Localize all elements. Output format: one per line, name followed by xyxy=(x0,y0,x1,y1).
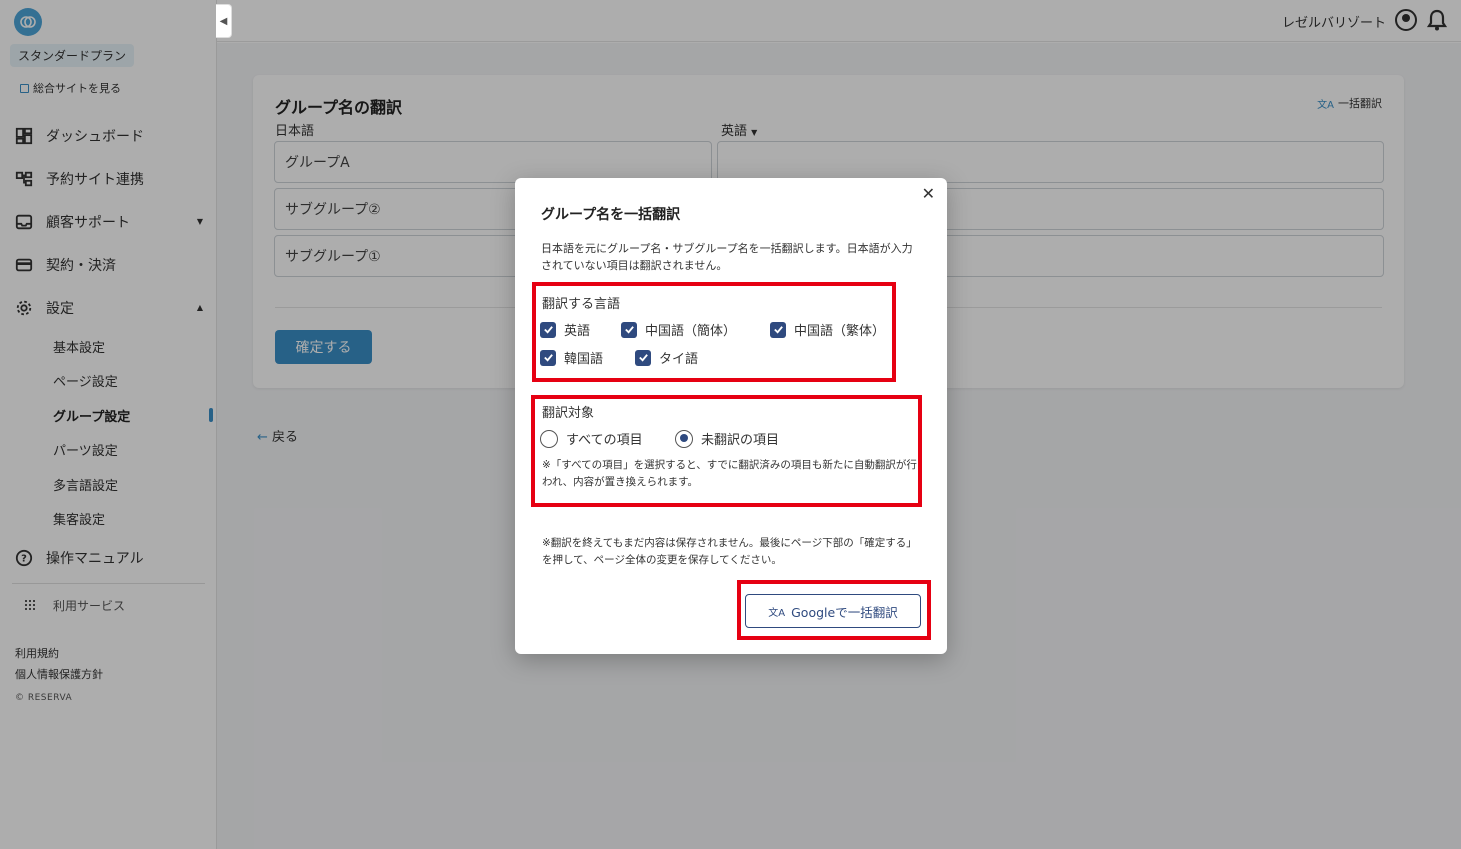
chevron-left-icon: ◀ xyxy=(219,15,228,27)
radio-all-items[interactable]: すべての項目 xyxy=(540,429,643,448)
close-icon[interactable]: ✕ xyxy=(922,184,935,203)
modal-title: グループ名を一括翻訳 xyxy=(541,207,681,223)
radio-selected-icon xyxy=(675,429,693,448)
radio-label: すべての項目 xyxy=(566,433,643,448)
modal-description: 日本語を元にグループ名・サブグループ名を一括翻訳します。日本語が入力されていない… xyxy=(541,242,913,272)
sidebar-collapse-button[interactable]: ◀ xyxy=(216,4,232,38)
checkbox-label: 韓国語 xyxy=(564,352,604,367)
checkbox-label: 中国語（繁体） xyxy=(794,324,886,339)
bulk-translate-modal: ✕ グループ名を一括翻訳 日本語を元にグループ名・サブグループ名を一括翻訳します… xyxy=(515,178,947,654)
checkbox-label: 英語 xyxy=(564,324,591,339)
translate-icon: 文A xyxy=(768,607,786,619)
checkbox-checked-icon xyxy=(770,321,786,338)
checkbox-chinese-simplified[interactable]: 中国語（簡体） xyxy=(621,320,736,339)
checkbox-label: タイ語 xyxy=(659,352,699,367)
checkbox-korean[interactable]: 韓国語 xyxy=(540,348,603,367)
radio-label: 未翻訳の項目 xyxy=(701,433,780,448)
save-note: ※翻訳を終えてもまだ内容は保存されません。最後にページ下部の「確定する」を押して… xyxy=(542,537,917,566)
target-note: ※「すべての項目」を選択すると、すでに翻訳済みの項目も新たに自動翻訳が行われ、内… xyxy=(542,459,917,488)
google-button-label: Googleで一括翻訳 xyxy=(791,604,898,620)
checkbox-label: 中国語（簡体） xyxy=(645,324,737,339)
languages-section-label: 翻訳する言語 xyxy=(542,297,621,312)
checkbox-thai[interactable]: タイ語 xyxy=(635,348,698,367)
target-section-label: 翻訳対象 xyxy=(542,406,595,421)
checkbox-english[interactable]: 英語 xyxy=(540,320,590,339)
radio-untranslated-items[interactable]: 未翻訳の項目 xyxy=(675,429,779,448)
checkbox-chinese-traditional[interactable]: 中国語（繁体） xyxy=(770,320,885,339)
checkbox-checked-icon xyxy=(621,321,637,338)
radio-unselected-icon xyxy=(540,429,558,448)
checkbox-checked-icon xyxy=(635,349,651,366)
checkbox-checked-icon xyxy=(540,349,556,366)
google-translate-button[interactable]: 文A Googleで一括翻訳 xyxy=(745,594,921,628)
checkbox-checked-icon xyxy=(540,321,556,338)
